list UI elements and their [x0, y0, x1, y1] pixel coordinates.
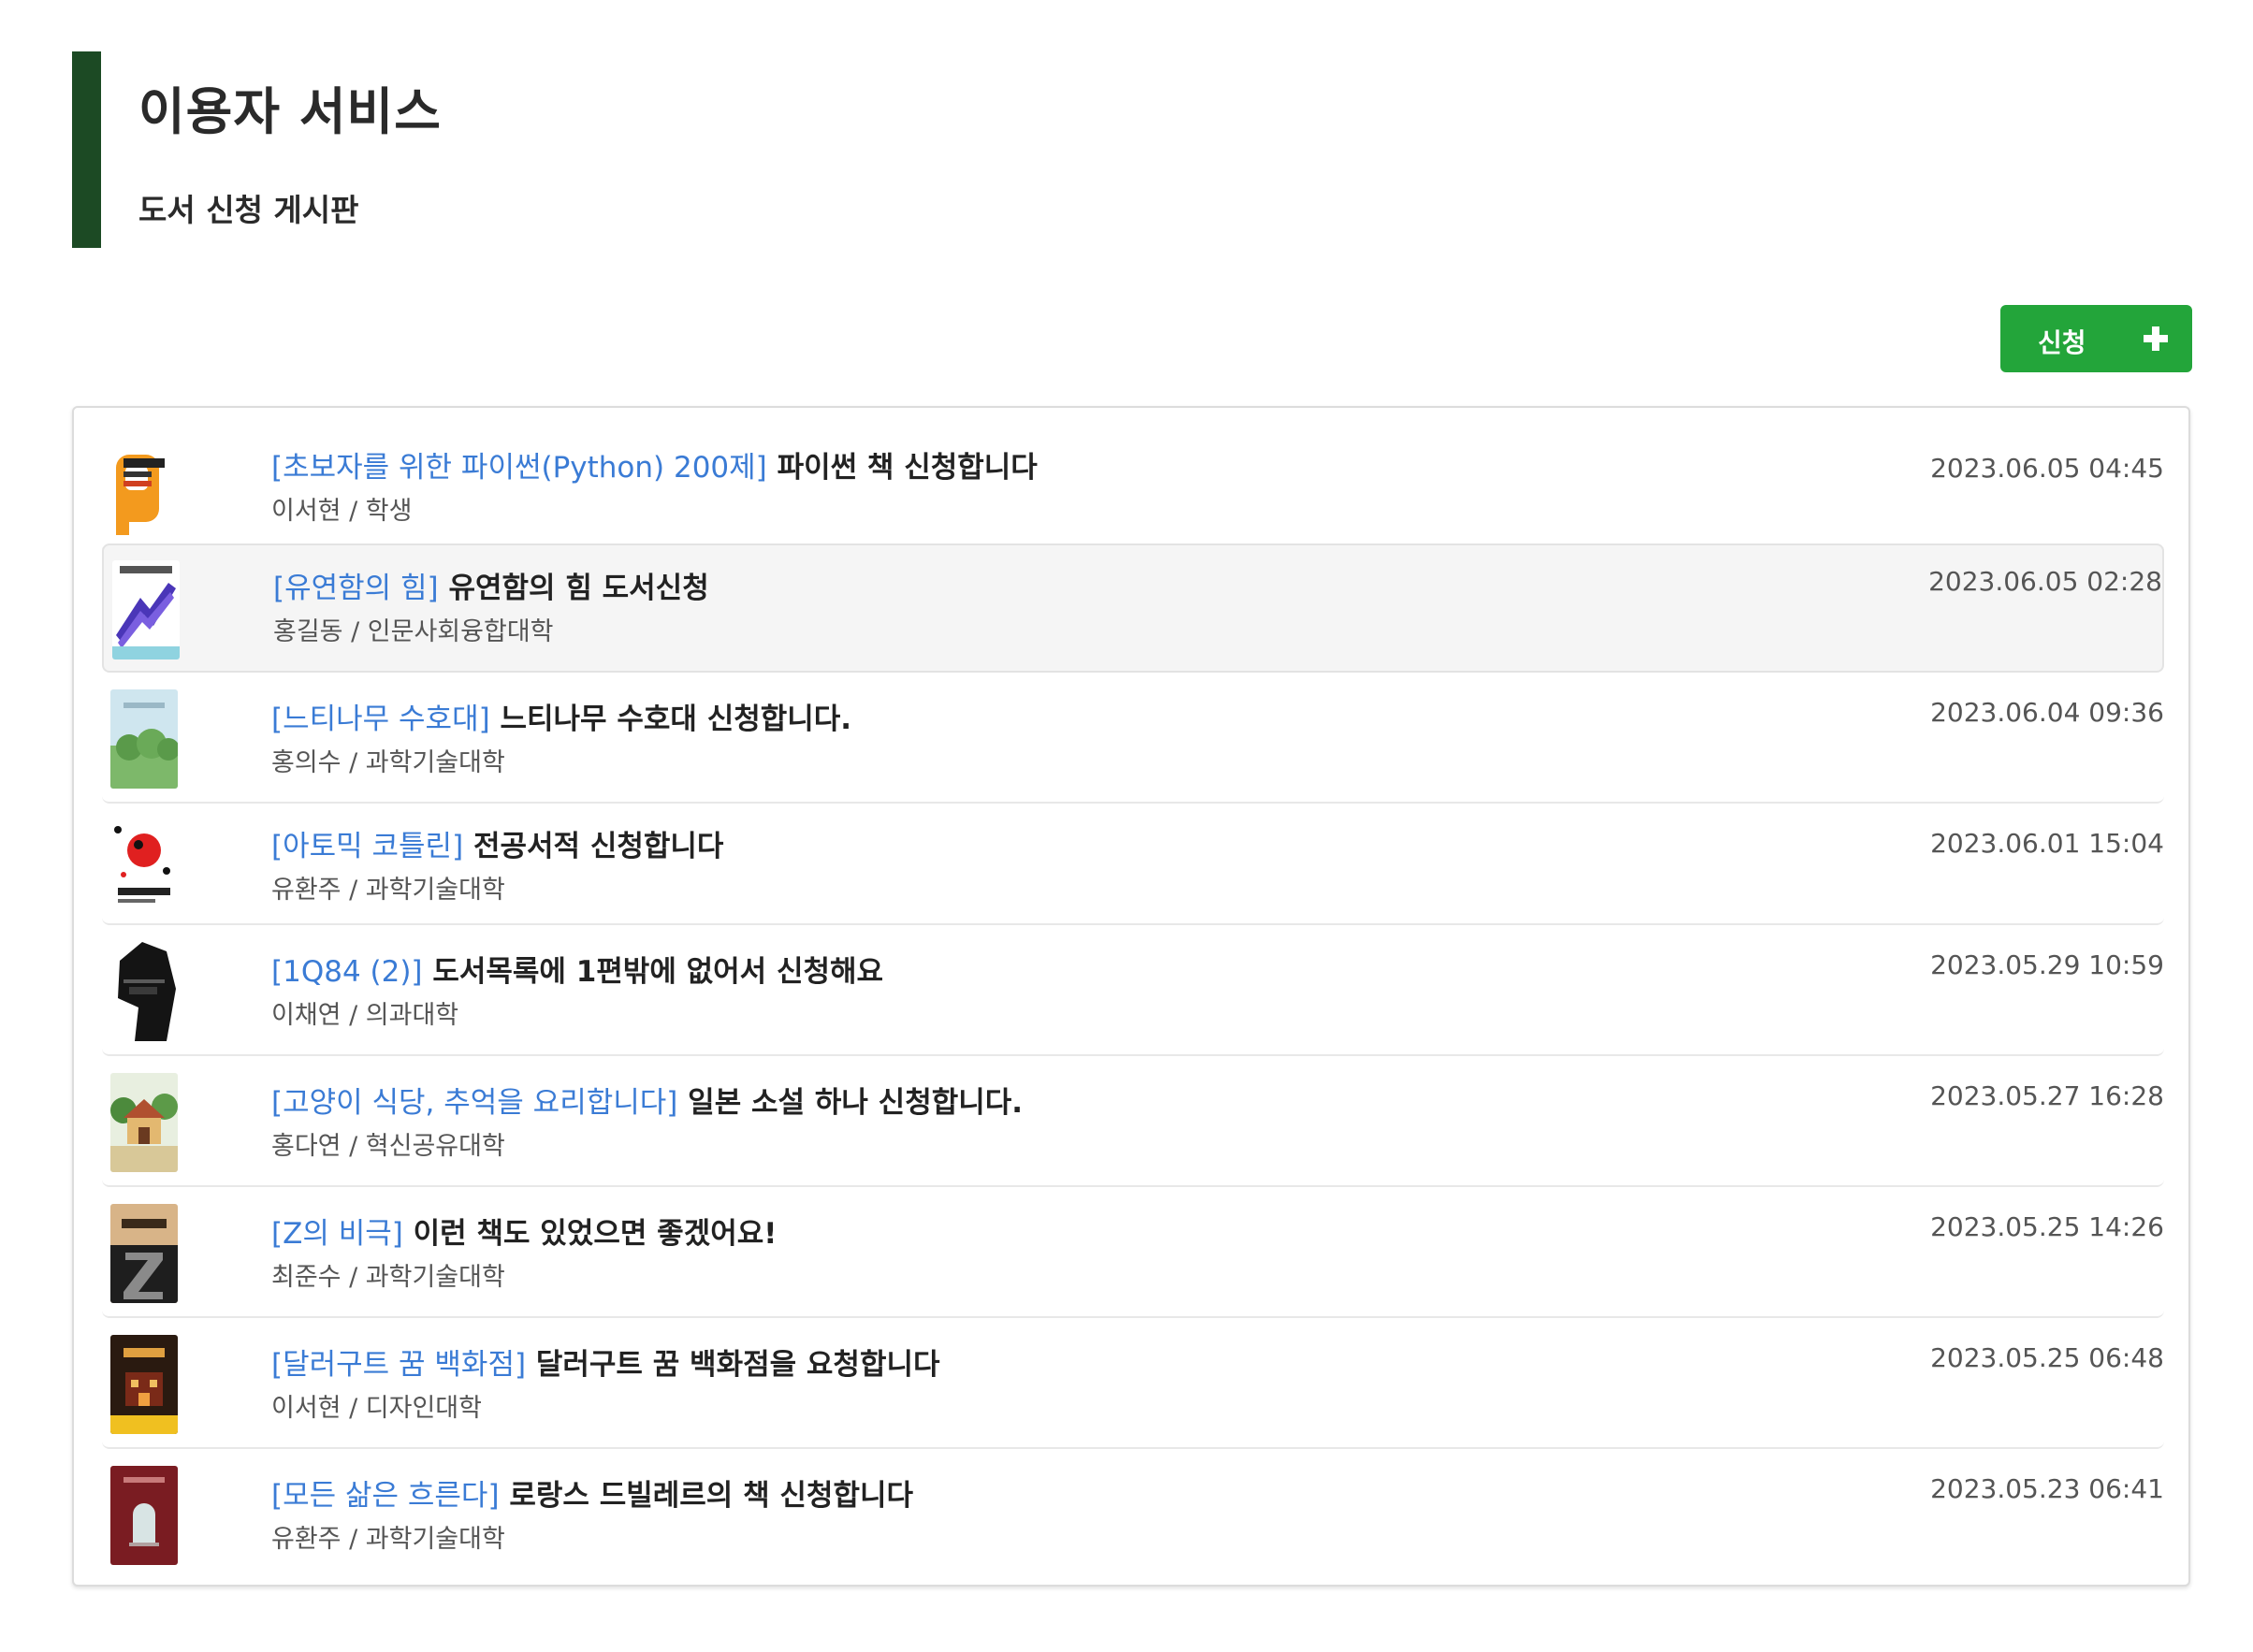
book-cover-image [110, 1073, 178, 1172]
item-book-name[interactable]: [1Q84 (2)] [271, 955, 423, 989]
list-item[interactable]: [유연함의 힘] 유연함의 힘 도서신청 홍길동 / 인문사회융합대학 2023… [102, 543, 2164, 673]
book-cover-image [110, 817, 178, 916]
item-date: 2023.05.25 06:48 [1930, 1342, 2164, 1373]
item-title-text: 도서목록에 1편밖에 없어서 신청해요 [432, 955, 884, 989]
item-title-text: 느티나무 수호대 신청합니다. [500, 703, 852, 736]
item-book-name[interactable]: [달러구트 꿈 백화점] [271, 1348, 526, 1382]
item-title-text: 달러구트 꿈 백화점을 요청합니다 [535, 1348, 940, 1382]
book-cover-image [110, 1466, 178, 1565]
item-title-text: 파이썬 책 신청합니다 [777, 451, 1038, 485]
item-date: 2023.05.25 14:26 [1930, 1211, 2164, 1242]
list-item[interactable]: [초보자를 위한 파이썬(Python) 200제] 파이썬 책 신청합니다 이… [102, 432, 2164, 554]
book-cover-image [110, 1335, 178, 1434]
item-date: 2023.05.23 06:41 [1930, 1473, 2164, 1504]
item-date: 2023.05.29 10:59 [1930, 949, 2164, 980]
list-item[interactable]: [1Q84 (2)] 도서목록에 1편밖에 없어서 신청해요 이채연 / 의과대… [102, 927, 2164, 1056]
item-book-name[interactable]: [유연함의 힘] [273, 572, 439, 605]
item-title[interactable]: [Z의 비극] 이런 책도 있었으면 좋겠어요! [271, 1210, 777, 1252]
item-title[interactable]: [1Q84 (2)] 도서목록에 1편밖에 없어서 신청해요 [271, 948, 883, 990]
list-item[interactable]: [모든 삶은 흐른다] 로랑스 드빌레르의 책 신청합니다 유환주 / 과학기술… [102, 1451, 2164, 1580]
item-book-name[interactable]: [아토믹 코틀린] [271, 830, 463, 863]
item-title[interactable]: [고양이 식당, 추억을 요리합니다] 일본 소설 하나 신청합니다. [271, 1079, 1023, 1121]
item-author: 최준수 / 과학기술대학 [271, 1263, 505, 1292]
book-cover-image [110, 689, 178, 789]
page-header: 이용자 서비스 도서 신청 게시판 [72, 51, 727, 248]
item-date: 2023.05.27 16:28 [1930, 1080, 2164, 1111]
item-title[interactable]: [모든 삶은 흐른다] 로랑스 드빌레르의 책 신청합니다 [271, 1471, 913, 1514]
header-accent-bar [72, 51, 101, 248]
item-author: 홍의수 / 과학기술대학 [271, 748, 505, 777]
list-item[interactable]: [느티나무 수호대] 느티나무 수호대 신청합니다. 홍의수 / 과학기술대학 … [102, 674, 2164, 804]
item-book-name[interactable]: [모든 삶은 흐른다] [271, 1479, 500, 1513]
item-title[interactable]: [달러구트 꿈 백화점] 달러구트 꿈 백화점을 요청합니다 [271, 1340, 940, 1383]
list-item[interactable]: [아토믹 코틀린] 전공서적 신청합니다 유환주 / 과학기술대학 2023.0… [102, 805, 2164, 925]
item-author: 유환주 / 과학기술대학 [271, 1525, 505, 1554]
book-cover-image [112, 560, 180, 659]
item-title-text: 전공서적 신청합니다 [472, 830, 724, 863]
item-title[interactable]: [초보자를 위한 파이썬(Python) 200제] 파이썬 책 신청합니다 [271, 443, 1038, 485]
item-book-name[interactable]: [느티나무 수호대] [271, 703, 490, 736]
item-title[interactable]: [유연함의 힘] 유연함의 힘 도서신청 [273, 564, 709, 606]
book-cover-image [110, 442, 178, 541]
plus-icon [2144, 326, 2168, 351]
request-list: [초보자를 위한 파이썬(Python) 200제] 파이썬 책 신청합니다 이… [72, 406, 2190, 1587]
item-title[interactable]: [느티나무 수호대] 느티나무 수호대 신청합니다. [271, 695, 851, 737]
item-author: 유환주 / 과학기술대학 [271, 876, 505, 905]
book-cover-image [110, 1204, 178, 1303]
book-cover-image [110, 942, 178, 1041]
item-book-name[interactable]: [고양이 식당, 추억을 요리합니다] [271, 1086, 677, 1120]
list-item[interactable]: [Z의 비극] 이런 책도 있었으면 좋겠어요! 최준수 / 과학기술대학 20… [102, 1189, 2164, 1318]
list-item[interactable]: [달러구트 꿈 백화점] 달러구트 꿈 백화점을 요청합니다 이서현 / 디자인… [102, 1320, 2164, 1449]
item-date: 2023.06.05 02:28 [1928, 566, 2162, 597]
request-button-label: 신청 [2038, 327, 2086, 358]
item-book-name[interactable]: [초보자를 위한 파이썬(Python) 200제] [271, 451, 767, 485]
item-date: 2023.06.01 15:04 [1930, 828, 2164, 859]
item-author: 이채연 / 의과대학 [271, 1001, 459, 1030]
item-author: 이서현 / 학생 [271, 497, 413, 526]
item-title-text: 로랑스 드빌레르의 책 신청합니다 [509, 1479, 913, 1513]
item-date: 2023.06.04 09:36 [1930, 697, 2164, 728]
item-title-text: 이런 책도 있었으면 좋겠어요! [413, 1217, 778, 1251]
item-book-name[interactable]: [Z의 비극] [271, 1217, 403, 1251]
page-title: 이용자 서비스 [138, 82, 442, 141]
item-date: 2023.06.05 04:45 [1930, 453, 2164, 484]
page-subtitle: 도서 신청 게시판 [138, 192, 359, 228]
item-title-text: 유연함의 힘 도서신청 [448, 572, 709, 605]
request-button[interactable]: 신청 [2000, 305, 2192, 372]
list-item[interactable]: [고양이 식당, 추억을 요리합니다] 일본 소설 하나 신청합니다. 홍다연 … [102, 1058, 2164, 1187]
item-title-text: 일본 소설 하나 신청합니다. [688, 1086, 1024, 1120]
item-author: 홍길동 / 인문사회융합대학 [273, 617, 554, 646]
item-author: 이서현 / 디자인대학 [271, 1394, 482, 1423]
item-author: 홍다연 / 혁신공유대학 [271, 1132, 505, 1161]
item-title[interactable]: [아토믹 코틀린] 전공서적 신청합니다 [271, 822, 723, 864]
